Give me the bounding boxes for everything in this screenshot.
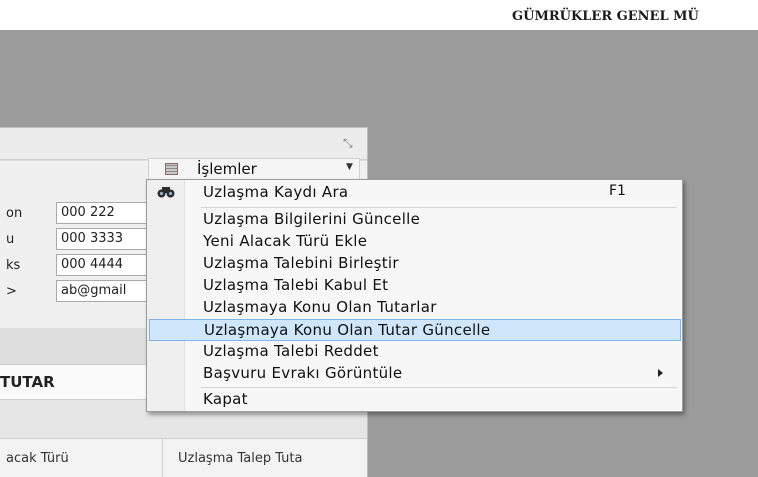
menu-item-search-record[interactable]: Uzlaşma Kaydı Ara F1 [149, 182, 681, 204]
operations-dropdown: Uzlaşma Kaydı Ara F1 Uzlaşma Bilgilerini… [146, 179, 683, 412]
menu-item-label: Uzlaşma Talebi Kabul Et [203, 276, 389, 294]
column-header-amount[interactable]: Uzlaşma Talep Tuta [178, 451, 302, 466]
column-divider [162, 439, 163, 477]
menu-item-label: Uzlaşmaya Konu Olan Tutar Güncelle [204, 321, 491, 339]
mobile-field[interactable]: 000 3333 [56, 228, 156, 250]
menu-separator [201, 387, 677, 388]
field-label-email: > [6, 284, 17, 299]
menu-item-label: Uzlaşmaya Konu Olan Tutarlar [203, 298, 437, 316]
submenu-arrow-icon [658, 369, 663, 377]
menu-item-label: Uzlaşma Talebi Reddet [203, 342, 379, 360]
section-title-text: TUTAR [0, 373, 55, 391]
menu-item-merge-request[interactable]: Uzlaşma Talebini Birleştir [149, 253, 681, 275]
menu-item-view-documents[interactable]: Başvuru Evrakı Görüntüle [149, 363, 681, 385]
menu-item-label: Uzlaşma Bilgilerini Güncelle [203, 210, 421, 228]
menu-item-update-info[interactable]: Uzlaşma Bilgilerini Güncelle [149, 209, 681, 231]
close-icon[interactable]: ⤡ [343, 135, 353, 151]
chevron-down-icon: ▼ [346, 162, 353, 172]
menu-item-label: Başvuru Evrakı Görüntüle [203, 364, 403, 382]
menu-item-label: Kapat [203, 390, 248, 408]
top-bar: GÜMRÜKLER GENEL MÜ [0, 0, 758, 30]
menu-item-label: Yeni Alacak Türü Ekle [203, 232, 368, 250]
menu-item-shortcut: F1 [609, 183, 626, 199]
operations-menu-button[interactable]: İşlemler ▼ [148, 158, 360, 180]
grid-icon [165, 163, 178, 175]
menu-item-amounts[interactable]: Uzlaşmaya Konu Olan Tutarlar [149, 297, 681, 319]
org-title: GÜMRÜKLER GENEL MÜ [512, 9, 699, 24]
menu-item-close[interactable]: Kapat [149, 389, 681, 411]
menu-item-accept-request[interactable]: Uzlaşma Talebi Kabul Et [149, 275, 681, 297]
email-field[interactable]: ab@gmail [56, 280, 156, 302]
menu-separator [201, 207, 677, 208]
menu-item-update-amount[interactable]: Uzlaşmaya Konu Olan Tutar Güncelle [149, 319, 681, 341]
fax-field[interactable]: 000 4444 [56, 254, 156, 276]
menu-item-label: Uzlaşma Talebini Birleştir [203, 254, 399, 272]
field-label-mobile: u [6, 232, 15, 247]
operations-menu-label: İşlemler [197, 160, 257, 178]
field-label-phone: on [6, 206, 23, 221]
menu-item-add-receivable-type[interactable]: Yeni Alacak Türü Ekle [149, 231, 681, 253]
menu-item-reject-request[interactable]: Uzlaşma Talebi Reddet [149, 341, 681, 363]
column-header-type[interactable]: acak Türü [6, 451, 69, 466]
binoculars-icon [157, 187, 175, 198]
panel-header: ⤡ [0, 128, 367, 160]
field-label-fax: ks [6, 258, 21, 273]
phone-field[interactable]: 000 222 [56, 202, 156, 224]
grid-header: acak Türü Uzlaşma Talep Tuta [0, 438, 367, 477]
menu-item-label: Uzlaşma Kaydı Ara [203, 183, 349, 201]
